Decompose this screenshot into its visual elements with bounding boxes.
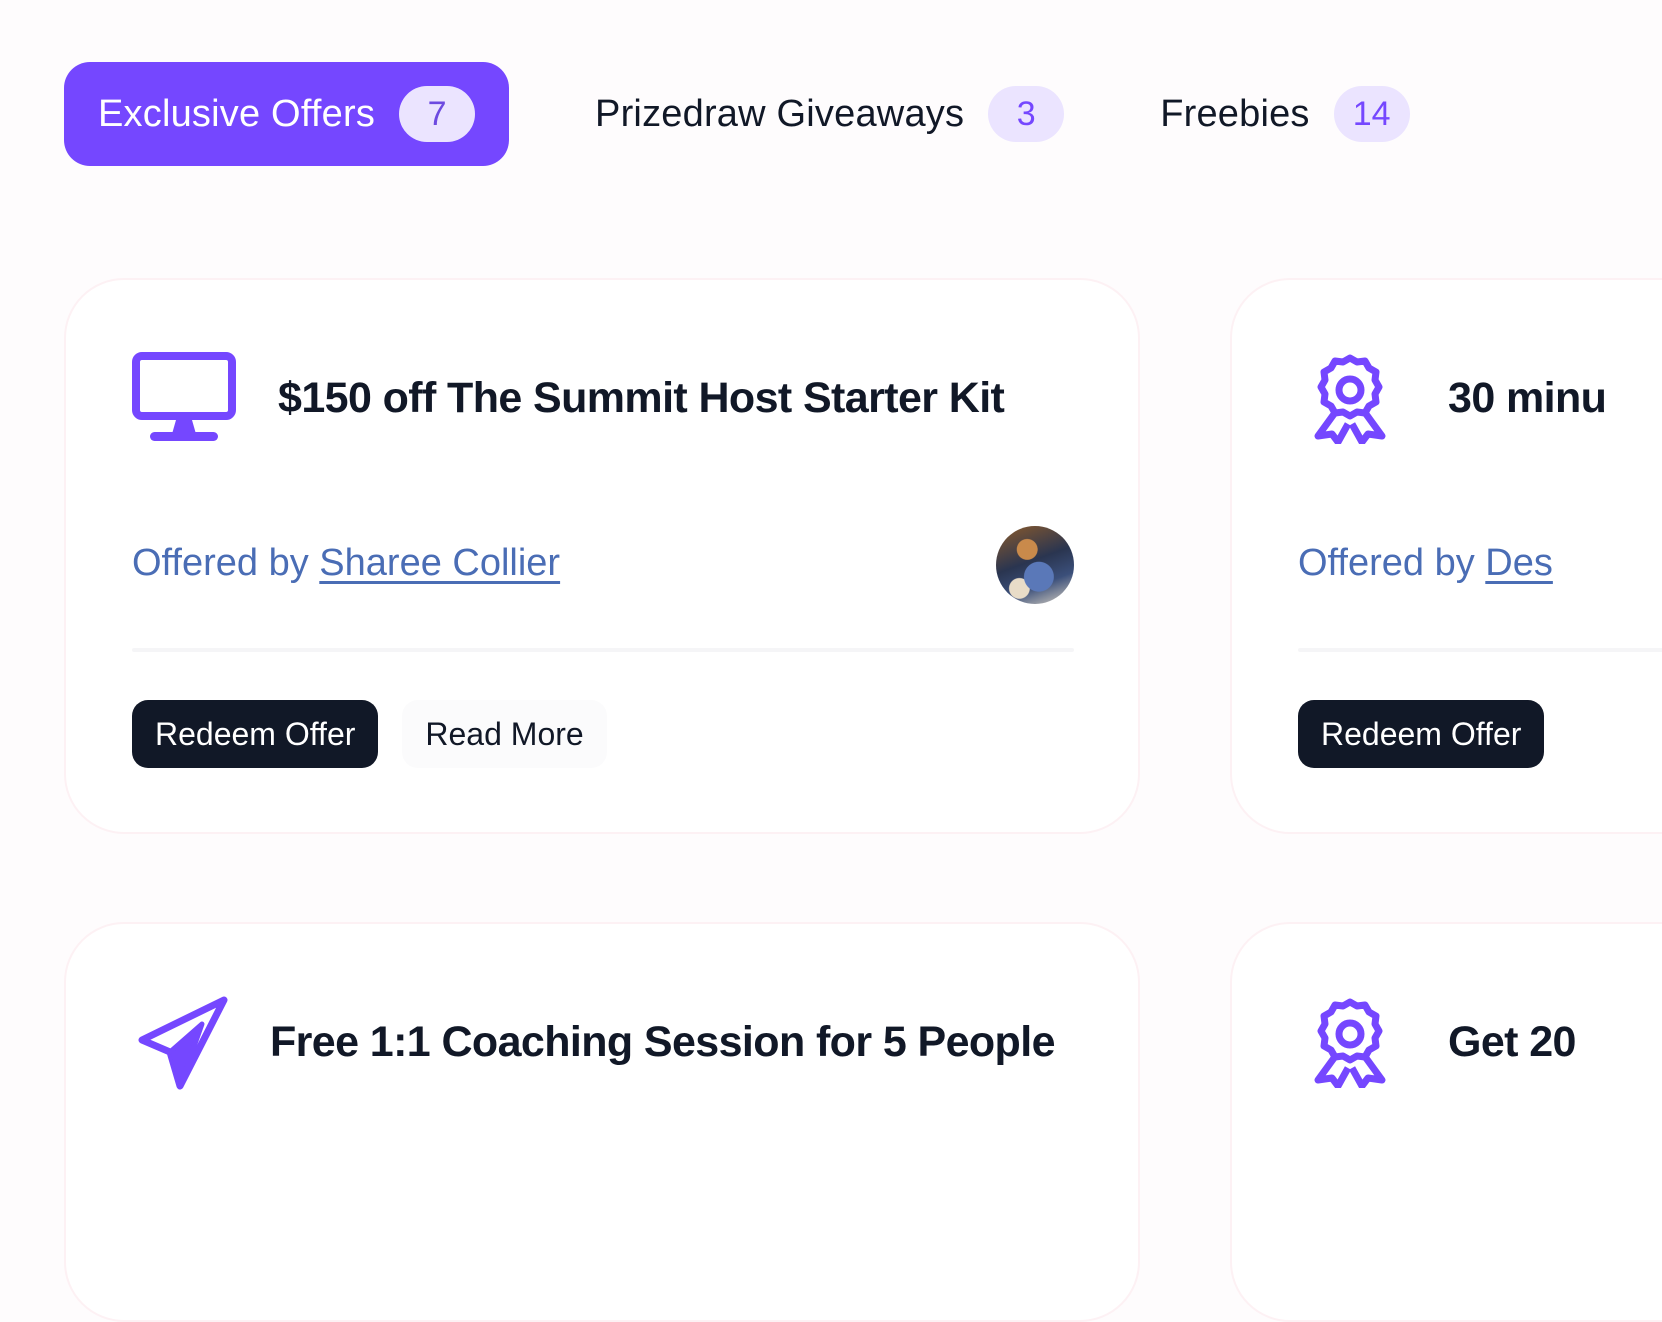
tab-exclusive-offers[interactable]: Exclusive Offers 7 bbox=[64, 62, 510, 166]
tab-freebies[interactable]: Freebies 14 bbox=[1126, 62, 1443, 166]
card-actions: Redeem Offer bbox=[1298, 700, 1545, 768]
divider bbox=[132, 648, 1074, 652]
count-badge: 14 bbox=[1333, 86, 1410, 142]
offered-by-prefix: Offered by bbox=[132, 542, 320, 584]
offer-card: Get 20 bbox=[1230, 922, 1662, 1322]
offerer-link[interactable]: Sharee Collier bbox=[319, 542, 560, 584]
offer-title: Get 20 bbox=[1448, 1017, 1576, 1066]
count-badge: 7 bbox=[399, 86, 476, 142]
award-ribbon-icon bbox=[1298, 350, 1402, 446]
divider bbox=[1298, 648, 1662, 652]
offer-card: Free 1:1 Coaching Session for 5 People bbox=[64, 922, 1140, 1322]
monitor-icon bbox=[132, 350, 236, 446]
avatar bbox=[996, 526, 1074, 604]
tab-prizedraw-giveaways[interactable]: Prizedraw Giveaways 3 bbox=[561, 62, 1098, 166]
award-ribbon-icon bbox=[1298, 994, 1402, 1090]
paper-plane-icon bbox=[132, 994, 236, 1090]
read-more-button[interactable]: Read More bbox=[402, 700, 607, 768]
offer-card: 30 minu Offered by Des Redeem Offer bbox=[1230, 278, 1662, 834]
tab-label: Prizedraw Giveaways bbox=[595, 92, 965, 135]
card-header: $150 off The Summit Host Starter Kit bbox=[132, 350, 1005, 446]
card-header: 30 minu bbox=[1298, 350, 1607, 446]
offer-tabs: Exclusive Offers 7 Prizedraw Giveaways 3… bbox=[64, 62, 1472, 166]
offer-title: $150 off The Summit Host Starter Kit bbox=[278, 373, 1005, 422]
offered-by: Offered by Des bbox=[1298, 542, 1553, 585]
offered-by-prefix: Offered by bbox=[1298, 542, 1486, 584]
offered-by: Offered by Sharee Collier bbox=[132, 542, 560, 585]
card-header: Free 1:1 Coaching Session for 5 People bbox=[132, 994, 1055, 1090]
redeem-offer-button[interactable]: Redeem Offer bbox=[1298, 700, 1545, 768]
offer-title: 30 minu bbox=[1448, 373, 1607, 422]
tab-label: Exclusive Offers bbox=[98, 92, 376, 135]
tab-label: Freebies bbox=[1160, 92, 1310, 135]
card-header: Get 20 bbox=[1298, 994, 1576, 1090]
offer-title: Free 1:1 Coaching Session for 5 People bbox=[270, 1017, 1055, 1066]
offer-card: $150 off The Summit Host Starter Kit Off… bbox=[64, 278, 1140, 834]
card-actions: Redeem Offer Read More bbox=[132, 700, 607, 768]
offerer-link[interactable]: Des bbox=[1485, 542, 1553, 584]
redeem-offer-button[interactable]: Redeem Offer bbox=[132, 700, 379, 768]
count-badge: 3 bbox=[988, 86, 1065, 142]
